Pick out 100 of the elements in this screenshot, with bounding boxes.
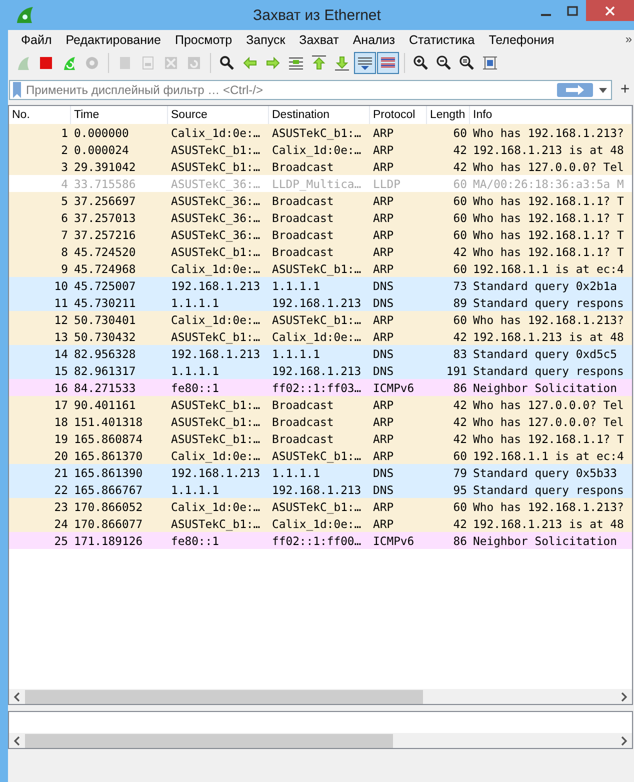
table-cell-text: ASUSTekC_b1:… [170,330,262,344]
menu-item[interactable]: Захват [292,33,346,47]
menu-overflow-button[interactable]: » [625,32,632,46]
packet-row[interactable]: 5 37.256697 ASUSTekC_36:… Broadcast ARP 60 Who has 192.168.1.1? T [9,192,632,209]
display-filter-field[interactable]: Применить дисплейный фильтр … <Ctrl-/> [22,83,557,97]
table-cell-text: 12 [53,312,69,326]
menu-item[interactable]: Анализ [346,33,402,47]
packet-row[interactable]: 1 0.000000 Calix_1d:0e:… ASUSTekC_b1:… ARP 60 Who has 192.168.1.213? [9,124,632,141]
packet-row[interactable]: 18 151.401318 ASUSTekC_b1:… Broadcast ARP 42 Who has 127.0.0.0? Tel [9,413,632,430]
table-cell-text: ARP [372,414,395,428]
table-cell-text: ASUSTekC_b1:… [170,142,262,156]
packet-row[interactable]: 13 50.730432 ASUSTekC_b1:… Calix_1d:0e:… ARP 42 192.168.1.213 is at 48 [9,328,632,345]
packet-row[interactable]: 19 165.860874 ASUSTekC_b1:… Broadcast ARP 42 Who has 192.168.1.1? T [9,430,632,447]
table-cell-text: Broadcast [271,160,335,174]
packet-row[interactable]: 21 165.861390 192.168.1.213 1.1.1.1 DNS 79 Standard query 0x5b33 [9,464,632,481]
packet-row[interactable]: 3 29.391042 ASUSTekC_b1:… Broadcast ARP 42 Who has 127.0.0.0? Tel [9,158,632,175]
table-cell-text: ASUSTekC_b1:… [271,126,362,140]
packet-row[interactable]: 9 45.724968 Calix_1d:0e:… ASUSTekC_b1:… ARP 60 192.168.1.1 is at ec:4 [9,260,632,277]
table-cell-text: 7 [60,228,69,242]
table-cell-text: 170.866052 [73,500,144,514]
table-cell-text: Who has 192.168.1.1? T [472,194,625,208]
packet-row[interactable]: 25 171.189126 fe80::1 ff02::1:ff00… ICMPv6 86 Neighbor Solicitation [9,532,632,549]
autoscroll-button[interactable] [354,52,376,74]
packet-row[interactable]: 2 0.000024 ASUSTekC_b1:… Calix_1d:0e:… ARP 42 192.168.1.213 is at 48 [9,141,632,158]
table-cell-text: 21 [53,466,69,480]
menu-item[interactable]: Файл [14,33,59,47]
menu-item[interactable]: Телефония [482,33,562,47]
zoom-reset-icon [459,55,475,71]
table-cell-text: Calix_1d:0e:… [271,516,362,530]
packet-row[interactable]: 11 45.730211 1.1.1.1 192.168.1.213 DNS 89 Standard query respons [9,294,632,311]
colorize-button[interactable] [377,52,399,74]
table-cell-text: 192.168.1.213 is at 48 [472,142,625,156]
table-cell-text: 6 [60,210,69,224]
table-cell-text: 3 [60,160,69,174]
stop-icon [38,55,54,71]
minimize-icon [540,14,550,16]
horizontal-scrollbar[interactable] [9,689,632,704]
menu-item[interactable]: Статистика [402,33,482,47]
table-cell-text: 42 [452,142,468,156]
table-cell-text: Neighbor Solicitation [472,380,618,394]
table-cell-text: 18 [53,414,69,428]
menu-item[interactable]: Просмотр [168,33,240,47]
table-cell-text: Broadcast [271,432,335,446]
menu-item[interactable]: Редактирование [58,33,168,47]
table-cell-text: 2 [60,142,69,156]
packet-row[interactable]: 7 37.257216 ASUSTekC_36:… Broadcast ARP 60 Who has 192.168.1.1? T [9,226,632,243]
table-cell-text: Who has 192.168.1.213? [472,312,625,326]
table-cell-text: Broadcast [271,194,335,208]
table-cell-text: Who has 127.0.0.0? Tel [472,414,625,428]
table-cell-text: ARP [372,398,395,412]
table-cell-text: 90.401161 [73,398,137,412]
packet-row[interactable]: 15 82.961317 1.1.1.1 192.168.1.213 DNS 191 Standard query respons [9,362,632,379]
packet-row[interactable]: 24 170.866077 ASUSTekC_b1:… Calix_1d:0e:… ARP 42 192.168.1.213 is at 48 [9,515,632,532]
first-packet-icon [311,55,327,71]
table-cell-text: 192.168.1.213 [170,346,262,360]
table-cell-text: 0.000000 [73,126,130,140]
packet-row[interactable]: 17 90.401161 ASUSTekC_b1:… Broadcast ARP 42 Who has 127.0.0.0? Tel [9,396,632,413]
close-button[interactable] [586,0,634,21]
horizontal-scrollbar[interactable] [9,733,632,748]
table-cell-text: ASUSTekC_36:… [170,228,262,242]
table-cell-text: ASUSTekC_36:… [170,210,262,224]
table-cell-text: 192.168.1.213 [170,466,262,480]
packet-row[interactable]: 8 45.724520 ASUSTekC_b1:… Broadcast ARP 42 Who has 192.168.1.1? T [9,243,632,260]
table-cell-text: 1.1.1.1 [170,482,220,496]
save-file-icon [140,55,156,71]
table-cell-text: 60 [452,448,468,462]
packet-row[interactable]: 12 50.730401 Calix_1d:0e:… ASUSTekC_b1:… ARP 60 Who has 192.168.1.213? [9,311,632,328]
table-cell-text: 45.724520 [73,244,137,258]
table-cell-text: 14 [53,346,69,360]
packet-row[interactable]: 20 165.861370 Calix_1d:0e:… ASUSTekC_b1:… ARP 60 192.168.1.1 is at ec:4 [9,447,632,464]
table-cell-text: 1 [60,126,69,140]
packet-row[interactable]: 16 84.271533 fe80::1 ff02::1:ff03… ICMPv6 86 Neighbor Solicitation [9,379,632,396]
go-to-packet-icon [288,55,304,71]
search-icon [219,55,235,71]
table-cell-text: 1.1.1.1 [170,364,220,378]
menu-item[interactable]: Запуск [239,33,292,47]
table-cell-text: fe80::1 [170,380,220,394]
filter-history-dropdown[interactable] [599,88,607,92]
table-cell-text: ARP [372,312,395,326]
packet-row[interactable]: 22 165.866767 1.1.1.1 192.168.1.213 DNS 95 Standard query respons [9,481,632,498]
close-file-icon [163,55,179,71]
packet-row[interactable]: 6 37.257013 ASUSTekC_36:… Broadcast ARP 60 Who has 192.168.1.1? T [9,209,632,226]
scrollbar-thumb[interactable] [25,690,423,704]
scrollbar-thumb[interactable] [25,734,393,748]
close-icon [605,6,615,16]
table-cell-text: fe80::1 [170,534,220,548]
packet-row[interactable]: 23 170.866052 Calix_1d:0e:… ASUSTekC_b1:… ARP 60 Who has 192.168.1.213? [9,498,632,515]
add-filter-button[interactable]: + [616,81,634,99]
filter-bar[interactable]: Применить дисплейный фильтр … <Ctrl-/> [9,80,612,100]
packet-row[interactable]: 10 45.725007 192.168.1.213 1.1.1.1 DNS 73 Standard query 0x2b1a [9,277,632,294]
table-cell-text: 42 [452,516,468,530]
autoscroll-icon [357,55,373,71]
table-cell-text: ARP [372,228,395,242]
table-cell-text: 42 [452,414,468,428]
table-cell-text: ARP [372,160,395,174]
table-cell-text: Broadcast [271,228,335,242]
table-cell-text: 1.1.1.1 [271,346,322,360]
table-cell-text: 82.956328 [73,346,137,360]
table-cell-text: DNS [372,482,395,496]
packet-row[interactable]: 14 82.956328 192.168.1.213 1.1.1.1 DNS 83 Standard query 0xd5c5 [9,345,632,362]
